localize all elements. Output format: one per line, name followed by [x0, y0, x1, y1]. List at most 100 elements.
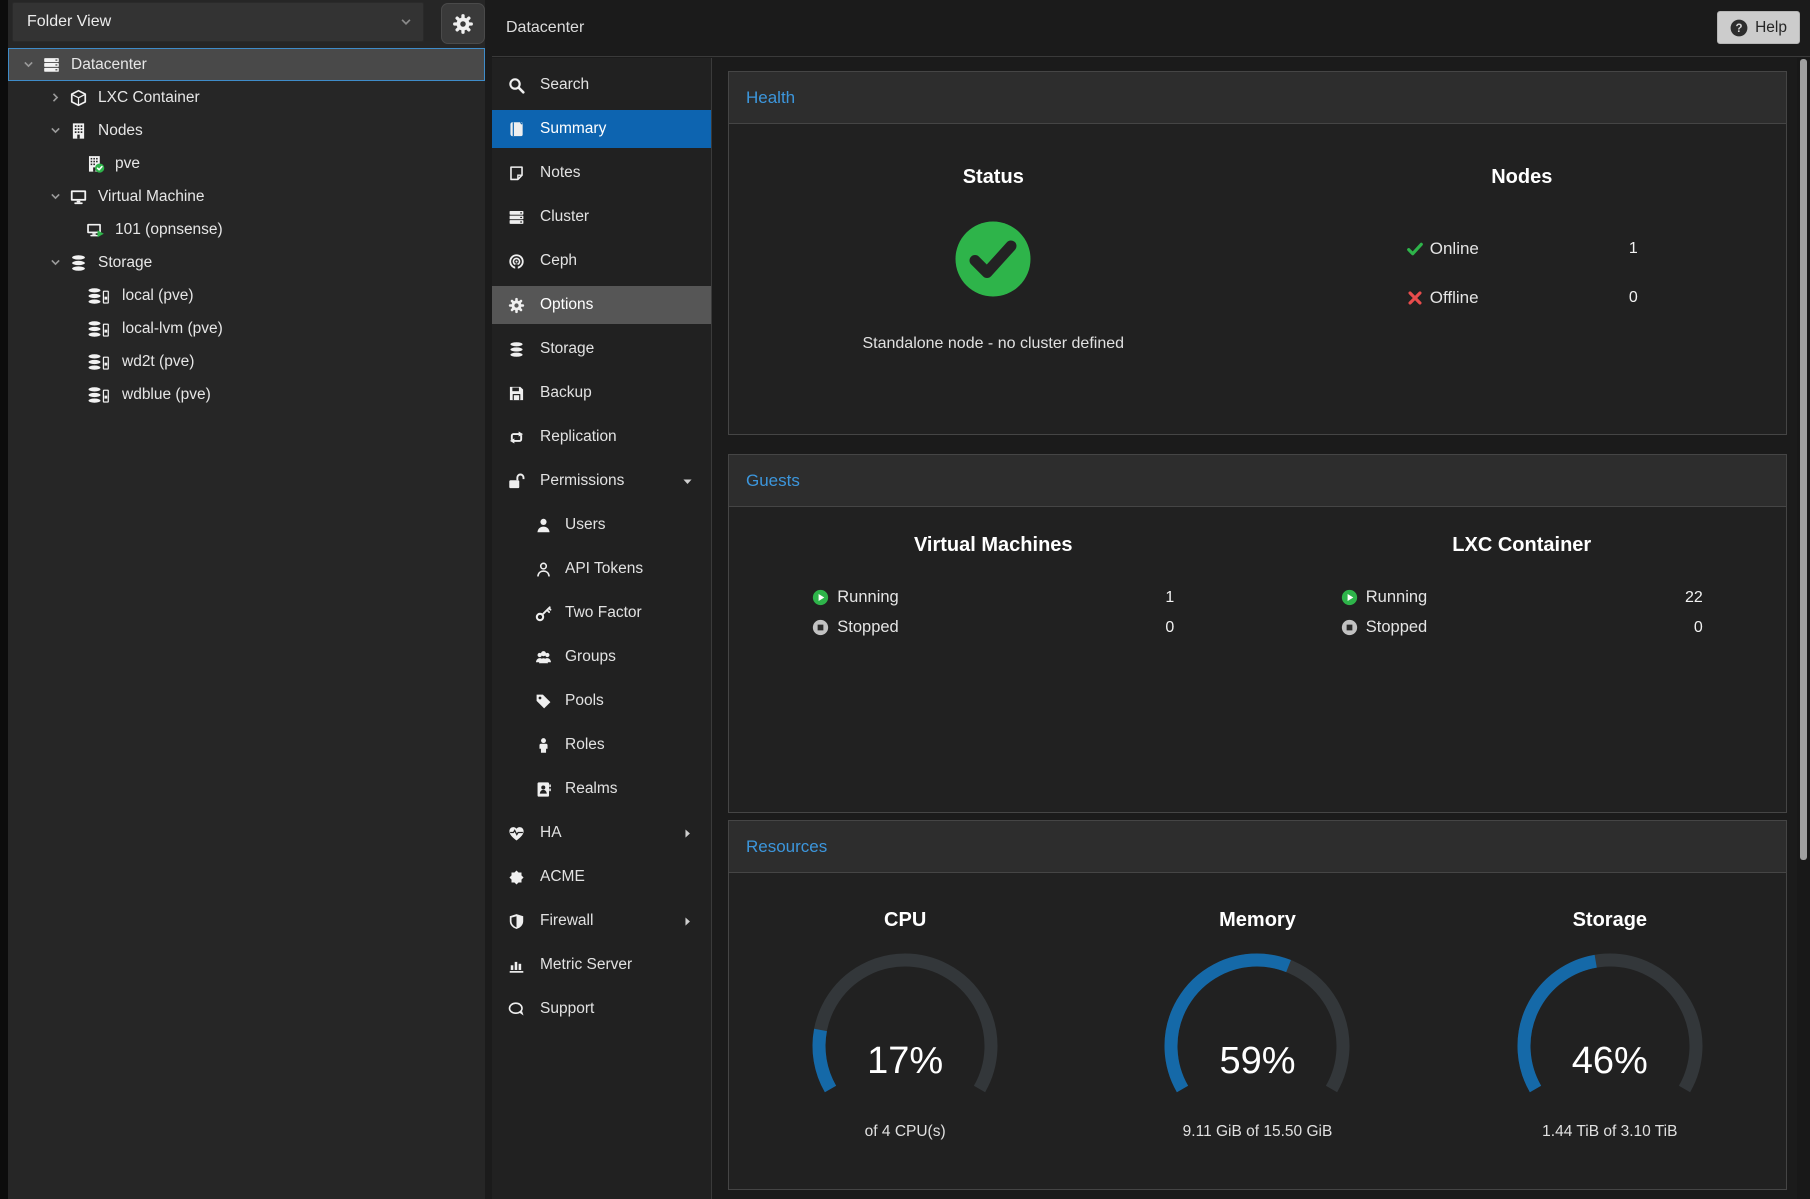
view-selector-combo[interactable]: Folder View [12, 2, 424, 42]
help-button-label: Help [1755, 19, 1787, 37]
nav-item-notes[interactable]: Notes [492, 154, 711, 192]
nav-item-storage[interactable]: Storage [492, 330, 711, 368]
help-button[interactable]: Help [1717, 11, 1800, 44]
database-drive-icon [86, 386, 112, 404]
tree-item-label: pve [115, 155, 140, 173]
cpu-gauge-column: CPU 17% of 4 CPU(s) [729, 873, 1081, 1189]
topbar: Datacenter Help [492, 0, 1810, 57]
caret-right-icon [681, 827, 694, 840]
memory-gauge: 59% [1157, 952, 1357, 1098]
database-icon [508, 341, 525, 358]
memory-heading: Memory [1081, 909, 1433, 932]
storage-gauge: 46% [1510, 952, 1710, 1098]
nodes-heading: Nodes [1258, 166, 1787, 189]
tree-item-storage-local-lvm[interactable]: local-lvm (pve) [8, 312, 485, 345]
chevron-down-icon[interactable] [49, 190, 62, 203]
storage-percent: 46% [1510, 1040, 1710, 1083]
comments-icon [508, 1001, 525, 1018]
storage-sub-label: 1.44 TiB of 3.10 TiB [1434, 1123, 1786, 1141]
nav-item-firewall[interactable]: Firewall [492, 902, 711, 940]
lxc-heading: LXC Container [1258, 534, 1787, 557]
check-circle-icon [953, 219, 1033, 299]
tree-item-storage[interactable]: Storage [8, 246, 485, 279]
chevron-down-icon[interactable] [22, 58, 35, 71]
sidebar-settings-button[interactable] [441, 3, 485, 44]
nav-item-metric-server[interactable]: Metric Server [492, 946, 711, 984]
nav-item-ceph[interactable]: Ceph [492, 242, 711, 280]
stop-circle-icon [1341, 619, 1358, 636]
online-count: 1 [1629, 240, 1638, 258]
chevron-down-icon[interactable] [49, 124, 62, 137]
users-icon [535, 649, 552, 666]
status-heading: Status [729, 166, 1258, 189]
nav-item-search[interactable]: Search [492, 66, 711, 104]
vm-heading: Virtual Machines [729, 534, 1258, 557]
panel-title: Guests [746, 471, 800, 491]
tree-item-label: wdblue (pve) [122, 386, 211, 404]
book-icon [508, 121, 525, 138]
scrollbar-thumb[interactable] [1800, 59, 1807, 860]
nav-item-roles[interactable]: Roles [492, 726, 711, 764]
nodes-offline-row: Offline 0 [1406, 288, 1638, 308]
database-drive-icon [86, 287, 112, 305]
play-circle-icon [812, 589, 829, 606]
nav-item-ha[interactable]: HA [492, 814, 711, 852]
database-icon [69, 254, 88, 272]
storage-gauge-column: Storage 46% 1.44 TiB of 3.10 TiB [1434, 873, 1786, 1189]
nav-item-two-factor[interactable]: Two Factor [492, 594, 711, 632]
tree-item-pve[interactable]: pve [8, 147, 485, 180]
offline-count: 0 [1629, 289, 1638, 307]
panel-title: Resources [746, 837, 827, 857]
nav-item-acme[interactable]: ACME [492, 858, 711, 896]
tree-item-label: Storage [98, 254, 152, 272]
server-icon [42, 56, 61, 74]
tree-item-storage-local[interactable]: local (pve) [8, 279, 485, 312]
badge-icon [508, 869, 525, 886]
ceph-icon [508, 253, 525, 270]
check-icon [1406, 240, 1424, 258]
nav-item-summary[interactable]: Summary [492, 110, 711, 148]
building-icon [69, 122, 88, 140]
stop-circle-icon [812, 619, 829, 636]
cross-icon [1406, 289, 1424, 307]
tree-item-storage-wd2t[interactable]: wd2t (pve) [8, 345, 485, 378]
nav-item-groups[interactable]: Groups [492, 638, 711, 676]
building-check-icon [86, 155, 105, 173]
user-outline-icon [535, 561, 552, 578]
nav-item-options[interactable]: Options [492, 286, 711, 324]
lxc-stopped-count: 0 [1694, 619, 1703, 637]
nav-item-api-tokens[interactable]: API Tokens [492, 550, 711, 588]
tree-item-nodes[interactable]: Nodes [8, 114, 485, 147]
vertical-scrollbar[interactable] [1797, 58, 1810, 1199]
memory-percent: 59% [1157, 1040, 1357, 1083]
unlock-icon [508, 473, 525, 490]
chevron-right-icon[interactable] [49, 91, 62, 104]
storage-heading: Storage [1434, 909, 1786, 932]
nav-item-backup[interactable]: Backup [492, 374, 711, 412]
heartbeat-icon [508, 825, 525, 842]
search-icon [508, 77, 525, 94]
lxc-running-row: Running 22 [1341, 588, 1703, 607]
tree-item-lxc-container[interactable]: LXC Container [8, 81, 485, 114]
gear-icon [452, 13, 474, 35]
tree-item-vm-101[interactable]: 101 (opnsense) [8, 213, 485, 246]
nav-item-cluster[interactable]: Cluster [492, 198, 711, 236]
tree-item-storage-wdblue[interactable]: wdblue (pve) [8, 378, 485, 411]
health-panel: Health Status Standalone node - no clust… [728, 71, 1787, 435]
vm-stopped-row: Stopped 0 [812, 618, 1174, 637]
nav-item-replication[interactable]: Replication [492, 418, 711, 456]
health-status-column: Status Standalone node - no cluster defi… [729, 124, 1258, 434]
vm-running-count: 1 [1165, 589, 1174, 607]
nav-item-pools[interactable]: Pools [492, 682, 711, 720]
nav-item-realms[interactable]: Realms [492, 770, 711, 808]
nav-item-users[interactable]: Users [492, 506, 711, 544]
cube-icon [69, 89, 88, 107]
chevron-down-icon[interactable] [49, 256, 62, 269]
desktop-icon [69, 188, 88, 206]
user-icon [535, 517, 552, 534]
tree-item-virtual-machine[interactable]: Virtual Machine [8, 180, 485, 213]
nav-item-support[interactable]: Support [492, 990, 711, 1028]
nav-item-permissions[interactable]: Permissions [492, 462, 711, 500]
tree-item-datacenter[interactable]: Datacenter [8, 48, 485, 81]
resource-tree-sidebar: Folder View Datacenter LXC Container Nod… [8, 0, 485, 1199]
